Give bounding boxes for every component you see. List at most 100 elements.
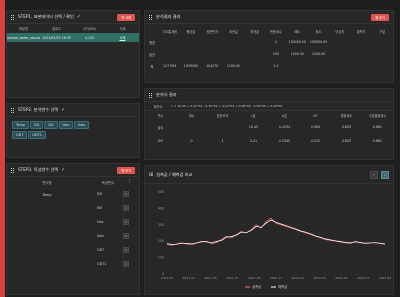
table-cell	[202, 48, 223, 60]
x-tick-label: 2021.11	[270, 276, 282, 280]
list-item[interactable]: Sals ×	[87, 229, 139, 243]
download-icon[interactable]: ↓	[381, 170, 389, 179]
y-tick-label: 500	[158, 190, 164, 194]
drag-handle-icon[interactable]	[11, 107, 15, 113]
table-cell: 127.934	[163, 64, 177, 68]
table-cell	[350, 48, 371, 60]
column-header: 파일명	[19, 27, 28, 31]
x-tick-label: 2022.01	[292, 276, 304, 280]
delete-button[interactable]: 행 삭제	[117, 13, 135, 21]
table-cell: 1100.00	[226, 64, 241, 68]
legend-label: 예측값	[278, 284, 287, 289]
table-cell: 0.21	[249, 139, 258, 143]
variable-tag[interactable]: Uav	[58, 121, 74, 129]
remove-icon[interactable]: ×	[123, 233, 129, 239]
table-cell: 평균	[149, 40, 155, 45]
toxic-list: Temp DO × NO × Uav × Sals × ODT × ODT1 ×	[7, 187, 139, 271]
sample-data-panel: STEP1. 표본데이터 선택 / 확인 ✓ 행 삭제 파일명 업로드 크기(K…	[6, 10, 140, 98]
table-cell	[329, 36, 350, 48]
list-item[interactable]: DO ×	[87, 187, 139, 201]
table-cell: 2023/05/03 16:35	[42, 35, 71, 40]
drag-handle-icon[interactable]	[11, 167, 15, 173]
regression-panel: 분석식 결과 회귀식 Y = 10.45 + 0.21*X1 - 0.35*X2…	[144, 88, 394, 160]
table-cell: 1000.00	[311, 52, 326, 56]
table-cell: 1	[221, 139, 224, 143]
x-tick-label: 2022.09	[379, 276, 391, 280]
column-header: 표준오차	[216, 114, 229, 118]
remove-icon[interactable]: ×	[123, 247, 129, 253]
remove-icon[interactable]: ×	[123, 205, 129, 211]
delete-link[interactable]: 삭제	[106, 33, 139, 42]
panel-title: 분석결과 결과	[156, 14, 181, 19]
column-header: 표준편차	[206, 29, 219, 34]
variable-tag[interactable]: ODT1	[28, 131, 46, 139]
check-icon: ✓	[61, 166, 66, 173]
drag-handle-icon[interactable]	[149, 14, 153, 20]
table-cell: 4	[274, 40, 277, 44]
y-tick-label: 300	[158, 223, 164, 227]
list-item[interactable]: ODT1 ×	[87, 257, 139, 271]
y-tick-label: 400	[158, 206, 164, 210]
table-cell: DO	[158, 139, 163, 143]
table-cell	[223, 36, 244, 48]
column-header: 삭제	[119, 27, 126, 31]
check-icon: ✓	[61, 106, 66, 113]
table-cell: 100	[272, 52, 279, 56]
list-item[interactable]: NO ×	[87, 201, 139, 215]
variable-tag[interactable]: Temp	[12, 121, 30, 129]
zoom-icon[interactable]: ⤢	[370, 170, 378, 179]
table-cell: 10.45	[248, 125, 259, 129]
column-header: p값	[282, 114, 287, 118]
column-header: VIF	[313, 113, 318, 118]
table-cell: 0.012	[310, 139, 321, 143]
table-row[interactable]: Jaehba_water_stocks 2023/05/03 16:35 4,1…	[7, 33, 139, 42]
variable-tag[interactable]: ODT	[12, 131, 28, 139]
table-cell	[350, 36, 371, 48]
table-cell: 100000.00	[309, 40, 328, 44]
column-header: 변동계수	[270, 29, 282, 34]
variable-tag[interactable]: NO	[44, 121, 58, 129]
variable-tag[interactable]: DO	[30, 121, 44, 129]
column-header: 최솟값	[229, 29, 238, 34]
variable-tag[interactable]: Sals	[74, 121, 90, 129]
table-cell	[350, 60, 371, 72]
file-table: 파일명 업로드 크기(KB) 삭제 Jaehba_water_stocks 20…	[7, 24, 139, 42]
chart-title: 실측값 / 예측값 비교	[156, 171, 193, 177]
column-header: 결측치	[356, 29, 366, 34]
list-item[interactable]: Uav ×	[87, 215, 139, 229]
table-cell: 0.000	[310, 125, 321, 129]
remove-icon[interactable]: ×	[123, 261, 129, 267]
x-tick-label: 2022.05	[335, 276, 347, 280]
add-row-button[interactable]: 행 추가	[117, 166, 135, 174]
add-row-button[interactable]: 행 추가	[371, 13, 389, 21]
column-header: 독성변수	[101, 180, 115, 185]
table-cell	[329, 60, 350, 72]
column-header	[145, 26, 159, 36]
list-item[interactable]: ODT ×	[87, 243, 139, 257]
panel-title: 분석식 결과	[156, 92, 177, 97]
table-row: DO 0 1 0.21 0.2345 0.012 0.853 0.861	[145, 134, 393, 148]
table-cell: 0.2345	[278, 139, 291, 143]
x-tick-label: 2022.03	[313, 276, 325, 280]
table-cell: 0.861	[372, 125, 383, 129]
table-cell: 0.1234	[278, 125, 291, 129]
panel-title: STEP3. 독성변수 선택	[18, 167, 59, 172]
table-row: 평균 4 100000.00 100000.00	[145, 36, 393, 48]
table-cell: 104270	[206, 64, 219, 68]
filter-icon[interactable]: ⫶	[129, 179, 139, 185]
panel-title: STEP1. 표본데이터 선택 / 확인	[18, 14, 74, 19]
column-header: 크기(KB)	[83, 27, 96, 31]
table-cell	[176, 120, 207, 134]
table-cell	[244, 48, 265, 60]
x-tick-label: 2021.05	[204, 276, 216, 280]
table-cell: 1.0	[273, 64, 279, 68]
remove-icon[interactable]: ×	[123, 191, 129, 197]
y-tick-label: 100	[158, 256, 164, 260]
table-cell: Jaehba_water_stocks	[7, 35, 40, 40]
table-row: 최 127.934 1039400 104270 1100.00 1.0	[145, 60, 393, 72]
table-cell	[202, 36, 223, 48]
table-cell: 상수	[157, 125, 164, 130]
drag-handle-icon[interactable]	[149, 92, 153, 98]
remove-icon[interactable]: ×	[123, 219, 129, 225]
drag-handle-icon[interactable]	[11, 14, 15, 20]
